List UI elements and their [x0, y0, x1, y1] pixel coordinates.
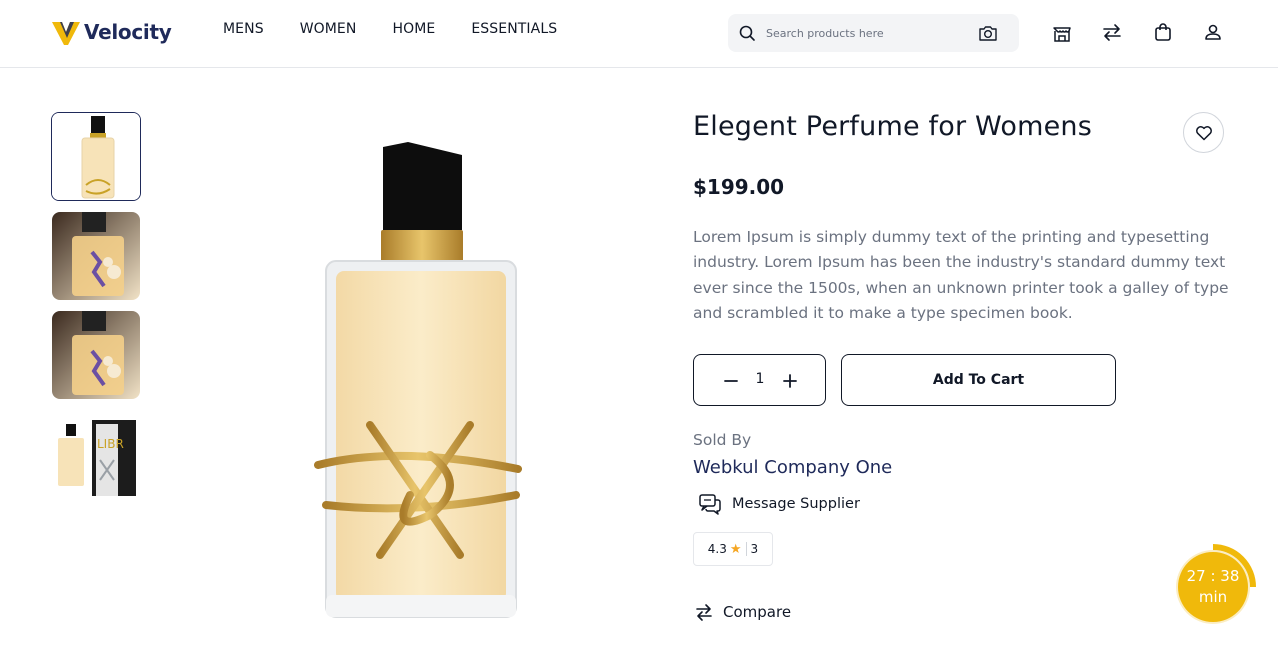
thumbnail-3[interactable] [52, 311, 140, 399]
rating-badge[interactable]: 4.3 ★ 3 [693, 532, 773, 566]
review-count: 3 [750, 542, 759, 556]
nav-item-essentials[interactable]: ESSENTIALS [471, 21, 557, 37]
message-supplier-link[interactable]: Message Supplier [698, 492, 860, 516]
quantity-stepper: 1 [693, 354, 826, 406]
product-price: $199.00 [693, 175, 785, 199]
thumbnail-1[interactable] [51, 112, 141, 201]
camera-icon[interactable] [978, 24, 998, 42]
main-nav: MENS WOMEN HOME ESSENTIALS [223, 21, 593, 37]
nav-item-home[interactable]: HOME [392, 21, 435, 37]
logo[interactable]: Velocity [52, 18, 172, 46]
brand-name: Velocity [84, 20, 172, 44]
timer-face: 27 : 38 min [1178, 552, 1248, 622]
chat-icon [699, 494, 721, 515]
rating-value: 4.3 [707, 542, 727, 556]
compare-arrows-icon [696, 604, 712, 621]
wishlist-button[interactable] [1183, 112, 1224, 153]
compare-link[interactable]: Compare [694, 602, 791, 622]
compare-arrows-icon[interactable] [1101, 21, 1123, 43]
sold-by-label: Sold By [693, 431, 752, 449]
heart-icon [1195, 125, 1212, 140]
add-to-cart-button[interactable]: Add To Cart [841, 354, 1116, 406]
plus-icon[interactable] [781, 372, 799, 390]
thumbnail-4[interactable]: LIBR [52, 410, 140, 498]
countdown-timer[interactable]: 27 : 38 min [1168, 542, 1258, 632]
perfume-bottle-image [52, 113, 140, 200]
logo-mark-icon [52, 22, 80, 45]
nav-item-mens[interactable]: MENS [223, 21, 264, 37]
perfume-with-box-image: LIBR [52, 410, 140, 498]
seller-link[interactable]: Webkul Company One [693, 457, 892, 478]
nav-item-women[interactable]: WOMEN [300, 21, 357, 37]
site-header: Velocity MENS WOMEN HOME ESSENTIALS [0, 0, 1278, 68]
store-icon[interactable] [1051, 22, 1073, 44]
message-supplier-label: Message Supplier [732, 496, 860, 512]
thumbnail-2[interactable] [52, 212, 140, 300]
svg-text:LIBR: LIBR [97, 437, 124, 451]
user-icon[interactable] [1202, 21, 1224, 43]
search-bar [728, 14, 1019, 52]
search-input[interactable] [766, 14, 971, 52]
quantity-value[interactable]: 1 [750, 371, 770, 387]
timer-unit: min [1198, 588, 1228, 606]
perfume-with-flowers-image [52, 212, 140, 300]
star-icon: ★ [729, 541, 742, 557]
rating-divider [745, 542, 747, 556]
compare-label: Compare [723, 603, 792, 621]
product-description: Lorem Ipsum is simply dummy text of the … [693, 228, 1229, 322]
search-icon[interactable] [738, 24, 756, 42]
timer-value: 27 : 38 [1186, 567, 1240, 585]
main-product-image [314, 142, 522, 618]
perfume-with-flowers-image [52, 311, 140, 399]
product-title: Elegent Perfume for Womens [693, 111, 1092, 142]
minus-icon[interactable] [722, 372, 740, 390]
shopping-bag-icon[interactable] [1152, 21, 1174, 43]
